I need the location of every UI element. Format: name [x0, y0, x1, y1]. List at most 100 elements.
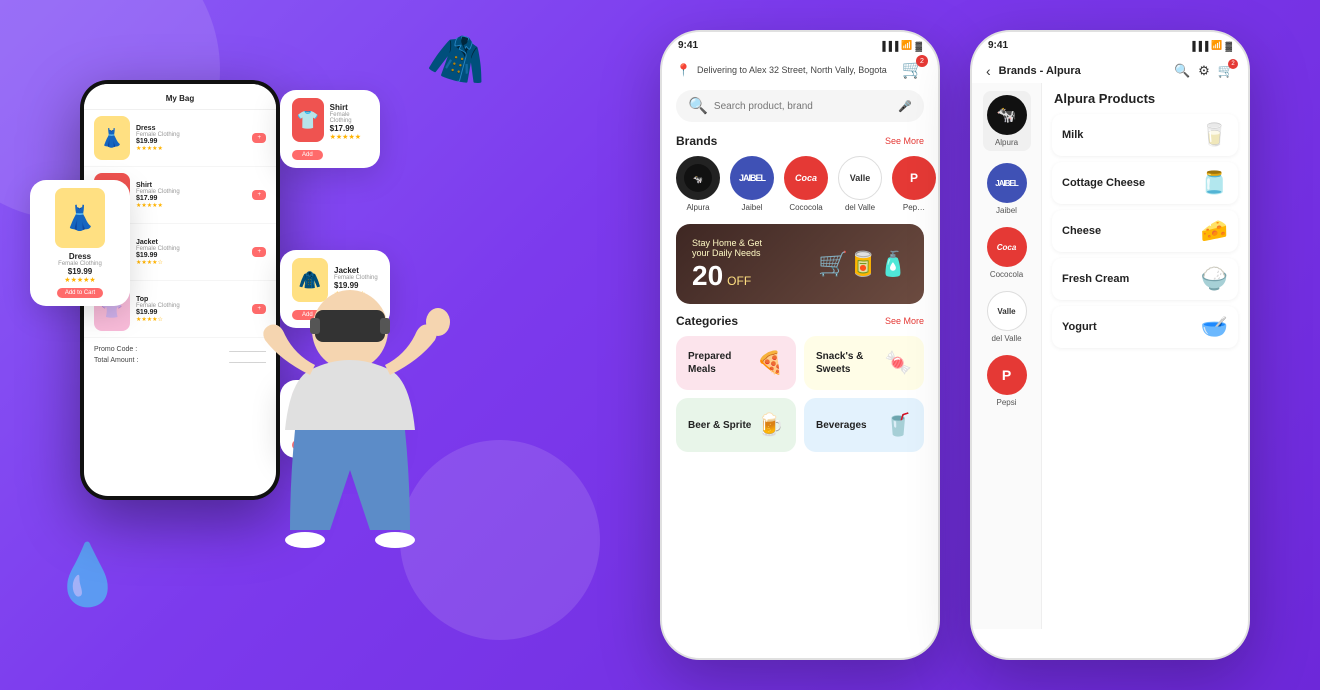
dress-card-name: Dress — [69, 252, 91, 261]
cart-count: 2 — [916, 55, 928, 67]
sidebar-brand-pepsi[interactable]: P Pepsi — [987, 355, 1027, 407]
bag-item-stars: ★★★★★ — [136, 145, 246, 152]
right-battery-icon: ▓ — [1225, 41, 1232, 51]
jaibel-logo: JAIBEL — [730, 156, 774, 200]
yogurt-icon: 🥣 — [1201, 314, 1228, 340]
shirt-name: Shirt — [330, 103, 368, 112]
header-action-icons: 🔍 ⚙ 🛒 2 — [1174, 63, 1234, 79]
back-button[interactable]: ‹ — [986, 63, 991, 79]
promo-banner[interactable]: Stay Home & Get your Daily Needs 20 OFF … — [676, 224, 924, 304]
brands-see-more[interactable]: See More — [885, 136, 924, 146]
middle-status-bar: 9:41 ▐▐▐ 📶 ▓ — [662, 32, 938, 55]
right-cart-icon[interactable]: 🛒 2 — [1218, 63, 1234, 79]
sidebar-delvalle-name: del Valle — [991, 334, 1021, 343]
product-milk[interactable]: Milk 🥛 — [1052, 114, 1238, 156]
category-snacks[interactable]: Snack's & Sweets 🍬 — [804, 336, 924, 390]
categories-section-header: Categories See More — [662, 308, 938, 332]
sidebar-brand-alpura[interactable]: 🐄 Alpura — [983, 91, 1031, 151]
status-icons: ▐▐▐ 📶 ▓ — [879, 40, 922, 51]
brand-delvalle[interactable]: Valle del Valle — [838, 156, 882, 212]
dress-add-btn[interactable]: Add to Cart — [57, 288, 103, 298]
vr-person — [200, 200, 500, 600]
milk-icon: 🥛 — [1201, 122, 1228, 148]
location-icon: 📍 — [676, 63, 691, 77]
category-beer[interactable]: Beer & Sprite 🍺 — [676, 398, 796, 452]
cottage-cheese-name: Cottage Cheese — [1062, 177, 1145, 189]
bag-item-add[interactable]: + — [252, 190, 266, 200]
right-wifi-icon: 📶 — [1211, 40, 1222, 51]
bag-title: My Bag — [84, 84, 276, 110]
right-content: 🐄 Alpura JAIBEL Jaibel Coca Cococola — [972, 83, 1248, 629]
wifi-icon: 📶 — [901, 40, 912, 51]
product-fresh-cream[interactable]: Fresh Cream 🍚 — [1052, 258, 1238, 300]
product-yogurt[interactable]: Yogurt 🥣 — [1052, 306, 1238, 348]
pepsi-logo: P — [892, 156, 936, 200]
sidebar-pepsi-name: Pepsi — [996, 398, 1016, 407]
sidebar-cococola-logo: Coca — [987, 227, 1027, 267]
shirt-stars: ★★★★★ — [330, 133, 368, 141]
right-cart-badge: 2 — [1228, 59, 1238, 69]
svg-text:🐄: 🐄 — [693, 175, 703, 184]
dress-card-img: 👗 — [55, 188, 105, 248]
shirt-price: $17.99 — [330, 124, 368, 133]
milk-name: Milk — [1062, 129, 1083, 141]
sidebar-brand-jaibel[interactable]: JAIBEL Jaibel — [987, 163, 1027, 215]
promo-line2: your Daily Needs — [692, 248, 762, 258]
products-title: Alpura Products — [1052, 91, 1238, 106]
brand-pepsi-partial[interactable]: P Pep… — [892, 156, 936, 212]
delvalle-logo: Valle — [838, 156, 882, 200]
delivery-bar: 📍 Delivering to Alex 32 Street, North Va… — [662, 55, 938, 84]
promo-off: OFF — [727, 274, 751, 288]
prepared-meals-icon: 🍕 — [757, 350, 784, 376]
sidebar-alpura-name: Alpura — [995, 138, 1018, 147]
bag-item-add[interactable]: + — [252, 133, 266, 143]
mic-icon[interactable]: 🎤 — [898, 100, 912, 113]
filter-icon[interactable]: ⚙ — [1198, 63, 1210, 79]
battery-icon: ▓ — [915, 41, 922, 51]
middle-time: 9:41 — [678, 40, 698, 51]
search-input[interactable] — [714, 101, 892, 112]
delivery-info: Delivering to Alex 32 Street, North Vall… — [697, 65, 887, 75]
sidebar-jaibel-name: Jaibel — [996, 206, 1017, 215]
promo-line1: Stay Home & Get — [692, 238, 762, 248]
sidebar-pepsi-logo: P — [987, 355, 1027, 395]
category-prepared-meals[interactable]: Prepared Meals 🍕 — [676, 336, 796, 390]
promo-discount: 20 — [692, 262, 723, 290]
search-bar[interactable]: 🔍 🎤 — [676, 90, 924, 122]
categories-see-more[interactable]: See More — [885, 316, 924, 326]
cheese-name: Cheese — [1062, 225, 1101, 237]
floating-jacket: 🧥 — [424, 23, 496, 94]
floating-dress-card[interactable]: 👗 Dress Female Clothing $19.99 ★★★★★ Add… — [30, 180, 130, 306]
promo-items: 🛒🥫🧴 — [818, 250, 908, 279]
brands-title: Brands — [676, 134, 717, 148]
bag-item-img: 👗 — [94, 116, 130, 160]
products-list: Alpura Products Milk 🥛 Cottage Cheese 🫙 … — [1042, 83, 1248, 629]
brands-row: 🐄 Alpura JAIBEL Jaibel Coca Cococola Val… — [662, 152, 938, 220]
search-icon: 🔍 — [688, 96, 708, 116]
snacks-label: Snack's & Sweets — [816, 350, 885, 376]
sidebar-jaibel-logo: JAIBEL — [987, 163, 1027, 203]
sidebar-brand-cococola[interactable]: Coca Cococola — [987, 227, 1027, 279]
delivery-label: Delivering to Alex — [697, 65, 767, 75]
prepared-meals-label: Prepared Meals — [688, 350, 757, 376]
brand-jaibel[interactable]: JAIBEL Jaibel — [730, 156, 774, 212]
product-cottage-cheese[interactable]: Cottage Cheese 🫙 — [1052, 162, 1238, 204]
signal-icon: ▐▐▐ — [879, 41, 898, 51]
bag-item[interactable]: 👗 Dress Female Clothing $19.99 ★★★★★ + — [84, 110, 276, 167]
brand-cococola[interactable]: Coca Cococola — [784, 156, 828, 212]
cart-badge-container[interactable]: 🛒 2 — [902, 59, 924, 80]
search-header-icon[interactable]: 🔍 — [1174, 63, 1190, 79]
bag-item-price: $19.99 — [136, 138, 246, 145]
product-cheese[interactable]: Cheese 🧀 — [1052, 210, 1238, 252]
category-beverages[interactable]: Beverages 🥤 — [804, 398, 924, 452]
categories-grid: Prepared Meals 🍕 Snack's & Sweets 🍬 Beer… — [662, 332, 938, 456]
milk-splash: 💧 — [50, 539, 125, 610]
brand-alpura[interactable]: 🐄 Alpura — [676, 156, 720, 212]
right-status-bar: 9:41 ▐▐▐ 📶 ▓ — [972, 32, 1248, 55]
right-status-icons: ▐▐▐ 📶 ▓ — [1189, 40, 1232, 51]
shirt-add-btn[interactable]: Add — [292, 150, 323, 160]
beverages-label: Beverages — [816, 419, 867, 432]
floating-shirt-card[interactable]: 👕 Shirt Female Clothing $17.99 ★★★★★ Add — [280, 90, 380, 168]
left-section: My Bag 👗 Dress Female Clothing $19.99 ★★… — [0, 0, 640, 690]
sidebar-brand-delvalle[interactable]: Valle del Valle — [987, 291, 1027, 343]
